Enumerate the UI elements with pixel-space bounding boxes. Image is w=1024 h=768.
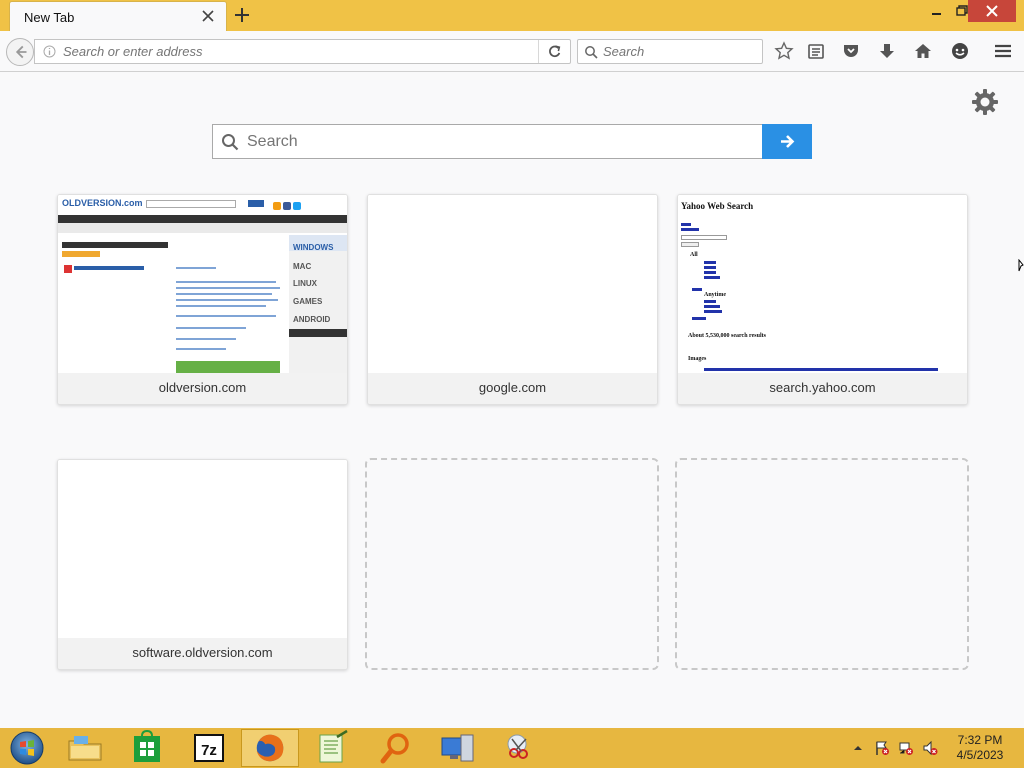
show-hidden-icons-icon[interactable] bbox=[850, 740, 866, 756]
new-tab-button[interactable] bbox=[233, 6, 251, 24]
info-icon[interactable] bbox=[43, 45, 56, 58]
navigation-toolbar bbox=[0, 31, 1024, 72]
search-go-button[interactable] bbox=[762, 124, 812, 159]
os-item: WINDOWS bbox=[293, 243, 334, 252]
cursor-icon bbox=[1018, 259, 1024, 272]
tile-thumbnail bbox=[58, 460, 347, 640]
top-site-tile[interactable]: OLDVERSION.com WINDOWS MAC LINUX GAMES A… bbox=[57, 194, 348, 405]
svg-text:7z: 7z bbox=[201, 742, 217, 759]
7zip-icon[interactable]: 7z bbox=[180, 729, 238, 767]
page-search-field[interactable] bbox=[212, 124, 763, 159]
file-explorer-icon[interactable] bbox=[56, 729, 114, 767]
empty-tile-placeholder bbox=[365, 458, 659, 670]
search-input[interactable] bbox=[603, 42, 753, 61]
os-item: LINUX bbox=[293, 279, 317, 288]
page-search-input[interactable] bbox=[247, 131, 752, 153]
home-icon[interactable] bbox=[913, 41, 933, 61]
tile-label: search.yahoo.com bbox=[678, 373, 967, 404]
tile-thumbnail bbox=[368, 195, 657, 375]
hello-icon[interactable] bbox=[950, 41, 970, 61]
yahoo-thumb-title: Yahoo Web Search bbox=[681, 201, 754, 211]
tab-title: New Tab bbox=[24, 10, 75, 25]
tile-thumbnail: Yahoo Web Search All Anytime About 5,530… bbox=[678, 195, 967, 375]
os-item: ANDROID bbox=[293, 315, 331, 324]
search-bar[interactable] bbox=[577, 39, 763, 64]
firefox-icon[interactable] bbox=[241, 729, 299, 767]
action-center-flag-icon[interactable] bbox=[874, 740, 890, 756]
bookmark-star-icon[interactable] bbox=[774, 41, 794, 61]
tile-label: oldversion.com bbox=[58, 373, 347, 404]
volume-muted-icon[interactable] bbox=[922, 740, 938, 756]
system-clock[interactable]: 7:32 PM 4/5/2023 bbox=[948, 733, 1012, 763]
os-item: GAMES bbox=[293, 297, 323, 306]
yahoo-images-heading: Images bbox=[688, 356, 707, 362]
title-bar: New Tab bbox=[0, 0, 1024, 31]
tile-thumbnail: OLDVERSION.com WINDOWS MAC LINUX GAMES A… bbox=[58, 195, 347, 375]
close-icon[interactable] bbox=[200, 8, 216, 24]
top-site-tile[interactable]: google.com bbox=[367, 194, 658, 405]
top-site-tile[interactable]: Yahoo Web Search All Anytime About 5,530… bbox=[677, 194, 968, 405]
snipping-tool-icon[interactable] bbox=[490, 729, 548, 767]
oldversion-logo: OLDVERSION.com bbox=[62, 198, 143, 208]
network-icon[interactable] bbox=[898, 740, 914, 756]
magnifier-app-icon[interactable] bbox=[366, 729, 424, 767]
os-item: MAC bbox=[293, 262, 312, 271]
address-bar[interactable] bbox=[34, 39, 571, 64]
tab-new-tab[interactable]: New Tab bbox=[9, 1, 227, 31]
pocket-icon[interactable] bbox=[841, 41, 861, 61]
start-button[interactable] bbox=[8, 730, 46, 766]
tile-label: google.com bbox=[368, 373, 657, 404]
download-icon[interactable] bbox=[877, 41, 897, 61]
clock-time: 7:32 PM bbox=[957, 733, 1003, 747]
search-icon bbox=[585, 46, 598, 59]
yahoo-filter-all: All bbox=[690, 252, 698, 258]
gear-icon[interactable] bbox=[971, 88, 999, 116]
store-icon[interactable] bbox=[118, 729, 176, 767]
tile-label: software.oldversion.com bbox=[58, 638, 347, 669]
menu-icon[interactable] bbox=[993, 41, 1013, 61]
remote-desktop-icon[interactable] bbox=[428, 729, 486, 767]
reload-icon[interactable] bbox=[538, 40, 570, 63]
yahoo-results-count: About 5,530,000 search results bbox=[688, 333, 766, 339]
window-close-button[interactable] bbox=[968, 0, 1016, 22]
empty-tile-placeholder bbox=[675, 458, 969, 670]
clock-date: 4/5/2023 bbox=[956, 748, 1004, 762]
search-icon bbox=[222, 134, 239, 151]
top-site-tile[interactable]: software.oldversion.com bbox=[57, 459, 348, 670]
yahoo-filter-anytime: Anytime bbox=[704, 292, 726, 298]
back-button[interactable] bbox=[6, 38, 34, 66]
page-search-box bbox=[212, 124, 812, 159]
notepad-plus-plus-icon[interactable] bbox=[303, 729, 361, 767]
taskbar: 7z 7:32 PM 4/5/2023 bbox=[0, 728, 1024, 768]
bookmarks-menu-icon[interactable] bbox=[806, 41, 826, 61]
address-input[interactable] bbox=[63, 42, 533, 61]
